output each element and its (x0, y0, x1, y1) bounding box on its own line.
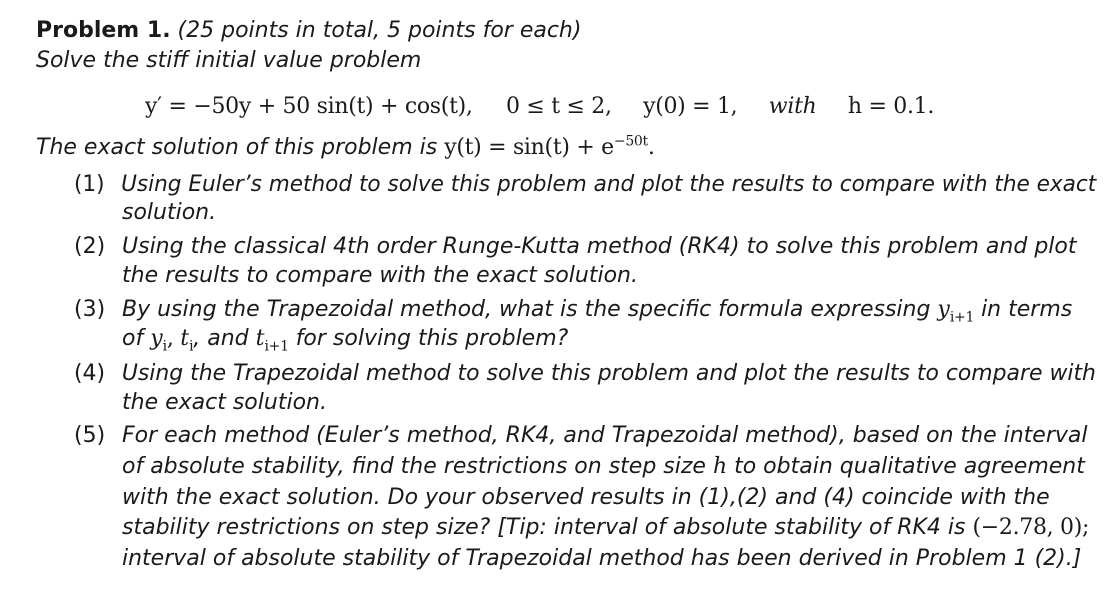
item-5-line-4: stability restrictions on step size? [Ti… (122, 513, 1089, 543)
item-5-line-5: interval of absolute stability of Trapez… (122, 546, 1082, 571)
problem-page: Problem 1. (25 points in total, 5 points… (0, 0, 1119, 593)
item-3: (3) By using the Trapezoidal method, what… (74, 295, 1072, 325)
item-5-line-4-text: stability restrictions on step size? [Ti… (122, 515, 973, 540)
item-number: (3) (74, 297, 106, 322)
problem-intro: Solve the stiff initial value problem (36, 48, 422, 73)
text-and: , and (193, 326, 256, 351)
exact-solution-prefix: The exact solution of this problem is (36, 135, 445, 160)
item-1-line-1: Using Euler’s method to solve this probl… (121, 172, 1097, 197)
item-3-tail: in terms (974, 297, 1073, 322)
var-y: y (150, 326, 163, 351)
var-t: t (180, 326, 190, 351)
ode-formula: y′ = −50y + 50 sin(t) + cos(t), (145, 94, 473, 119)
subscript: i+1 (264, 338, 289, 355)
item-3-text: By using the Trapezoidal method, what is… (122, 297, 938, 322)
subscript: i+1 (949, 309, 975, 326)
var-h: h (712, 454, 728, 479)
item-2: (2) Using the classical 4th order Runge-K… (74, 232, 1076, 262)
comma: , (166, 326, 181, 351)
problem-title: Problem 1. (36, 18, 171, 43)
item-4: (4) Using the Trapezoidal method to solve… (74, 359, 1096, 389)
with-word: with (768, 94, 817, 119)
item-5-line-2-tail: to obtain qualitative agreement (727, 454, 1085, 479)
rk4-interval: (−2.78, 0); (972, 515, 1090, 540)
item-5: (5) For each method (Euler’s method, RK4,… (74, 421, 1087, 451)
problem-header: Problem 1. (25 points in total, 5 points… (36, 16, 581, 46)
text-of: of (122, 326, 151, 351)
item-5-line-2: of absolute stability, find the restrict… (122, 452, 1085, 482)
ode-equation: y′ = −50y + 50 sin(t) + cos(t), 0 ≤ t ≤ … (145, 92, 934, 122)
item-4-line-2: the exact solution. (122, 390, 327, 415)
step-size: h = 0.1. (847, 94, 935, 119)
var-y: y (937, 297, 950, 322)
exact-solution-suffix: . (647, 135, 655, 160)
item-5-line-1: For each method (Euler’s method, RK4, an… (122, 423, 1088, 448)
item-3-line-2: of yi, ti, and ti+1 for solving this pro… (122, 324, 568, 354)
item-number: (2) (74, 234, 106, 259)
exact-solution-formula: y(t) = sin(t) + e (444, 135, 614, 160)
points-note: (25 points in total, 5 points for each) (177, 18, 582, 43)
exact-solution-line: The exact solution of this problem is y(… (36, 133, 655, 163)
item-1: (1) Using Euler’s method to solve this pr… (74, 170, 1096, 200)
item-2-line-1: Using the classical 4th order Runge-Kutt… (122, 234, 1077, 259)
item-2-line-2: the results to compare with the exact so… (122, 263, 638, 288)
item-3-line-2-tail: for solving this problem? (288, 326, 569, 351)
ode-interval: 0 ≤ t ≤ 2, (506, 94, 612, 119)
exact-solution-exponent: −50t (613, 133, 648, 150)
item-4-line-1: Using the Trapezoidal method to solve th… (121, 361, 1096, 386)
item-number: (4) (74, 361, 106, 386)
item-5-line-2-text: of absolute stability, find the restrict… (122, 454, 713, 479)
item-number: (5) (74, 423, 106, 448)
item-5-line-3: with the exact solution. Do your observe… (122, 485, 1050, 510)
initial-condition: y(0) = 1, (643, 94, 738, 119)
item-1-line-2: solution. (122, 200, 217, 225)
item-number: (1) (74, 172, 105, 197)
